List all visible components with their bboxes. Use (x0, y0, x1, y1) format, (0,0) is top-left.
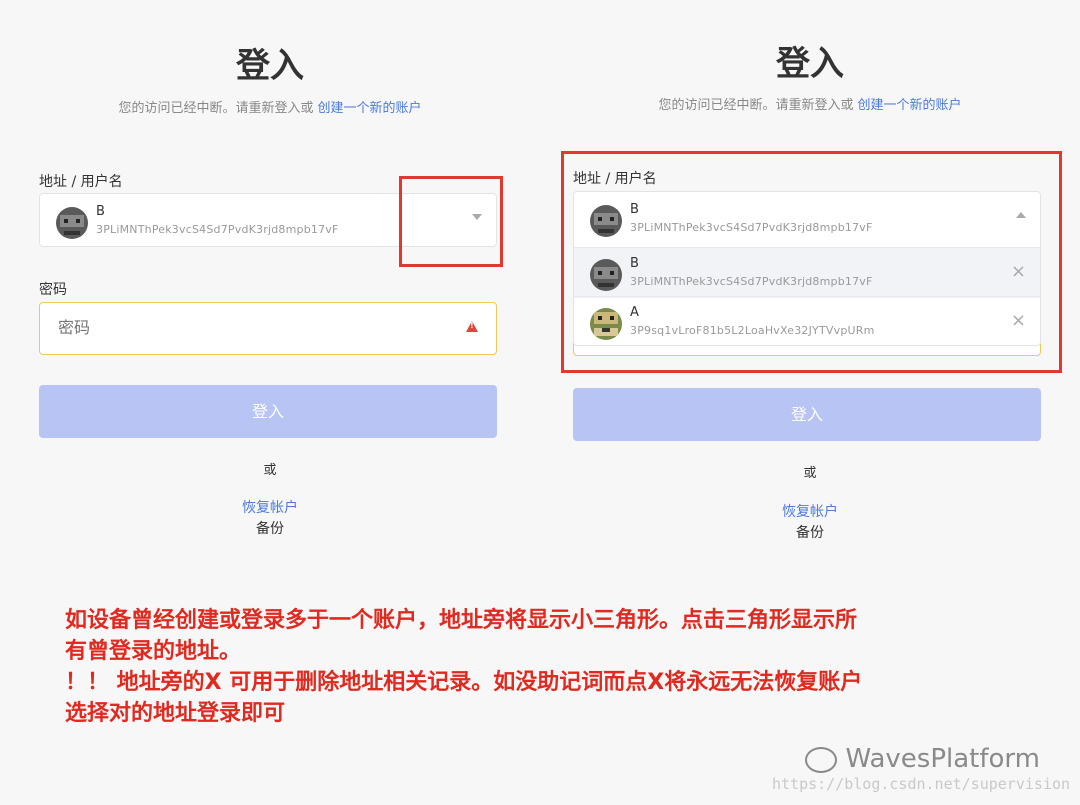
backup-text: 备份 (256, 521, 284, 537)
subtitle-text: 您的访问已经中断。请重新登入或 (658, 98, 854, 113)
password-input[interactable] (56, 317, 440, 338)
note-line: 有曾登录的地址。 (65, 639, 242, 664)
password-field[interactable] (39, 302, 497, 355)
highlight-box-caret (399, 176, 503, 267)
avatar (56, 207, 88, 239)
subtitle-text: 您的访问已经中断。请重新登入或 (118, 101, 314, 116)
or-text: 或 (803, 466, 817, 481)
note-line: 选择对的地址登录即可 (65, 701, 286, 726)
wechat-watermark: WavesPlatform (805, 744, 1040, 774)
create-account-link[interactable]: 创建一个新的账户 (318, 101, 422, 116)
password-label: 密码 (39, 282, 67, 298)
highlight-box-dropdown (561, 151, 1062, 373)
login-button[interactable]: 登入 (39, 385, 497, 438)
warning-icon (466, 321, 478, 332)
page-title: 登入 (236, 46, 304, 86)
page-subtitle: 您的访问已经中断。请重新登入或 创建一个新的账户 (540, 94, 1080, 113)
watermark-url: https://blog.csdn.net/supervision (771, 775, 1070, 793)
login-panel-collapsed: 登入 您的访问已经中断。请重新登入或 创建一个新的账户 地址 / 用户名 B 3P… (0, 0, 540, 600)
account-address: 3PLiMNThPek3vcS4Sd7PvdK3rjd8mpb17vF (96, 223, 339, 236)
or-text: 或 (263, 463, 277, 478)
backup-text: 备份 (796, 525, 824, 541)
address-label: 地址 / 用户名 (39, 174, 123, 190)
page-subtitle: 您的访问已经中断。请重新登入或 创建一个新的账户 (0, 97, 540, 116)
login-button[interactable]: 登入 (573, 388, 1041, 441)
create-account-link[interactable]: 创建一个新的账户 (858, 98, 962, 113)
note-line: ！！ 地址旁的X 可用于删除地址相关记录。如没助记词而点X将永远无法恢复账户 (65, 670, 863, 695)
login-panel-expanded: 登入 您的访问已经中断。请重新登入或 创建一个新的账户 地址 / 用户名 B 3P… (540, 0, 1080, 600)
account-name: B (96, 204, 105, 219)
restore-account-link[interactable]: 恢复帐户 (0, 497, 540, 517)
watermark-brand: WavesPlatform (845, 744, 1040, 774)
note-line: 如设备曾经创建或登录多于一个账户，地址旁将显示小三角形。点击三角形显示所 (65, 608, 858, 633)
instruction-note: 如设备曾经创建或登录多于一个账户，地址旁将显示小三角形。点击三角形显示所 有曾登… (65, 605, 1055, 729)
page-title: 登入 (776, 44, 844, 84)
restore-account-link[interactable]: 恢复帐户 (540, 501, 1080, 521)
wechat-icon (805, 746, 838, 773)
